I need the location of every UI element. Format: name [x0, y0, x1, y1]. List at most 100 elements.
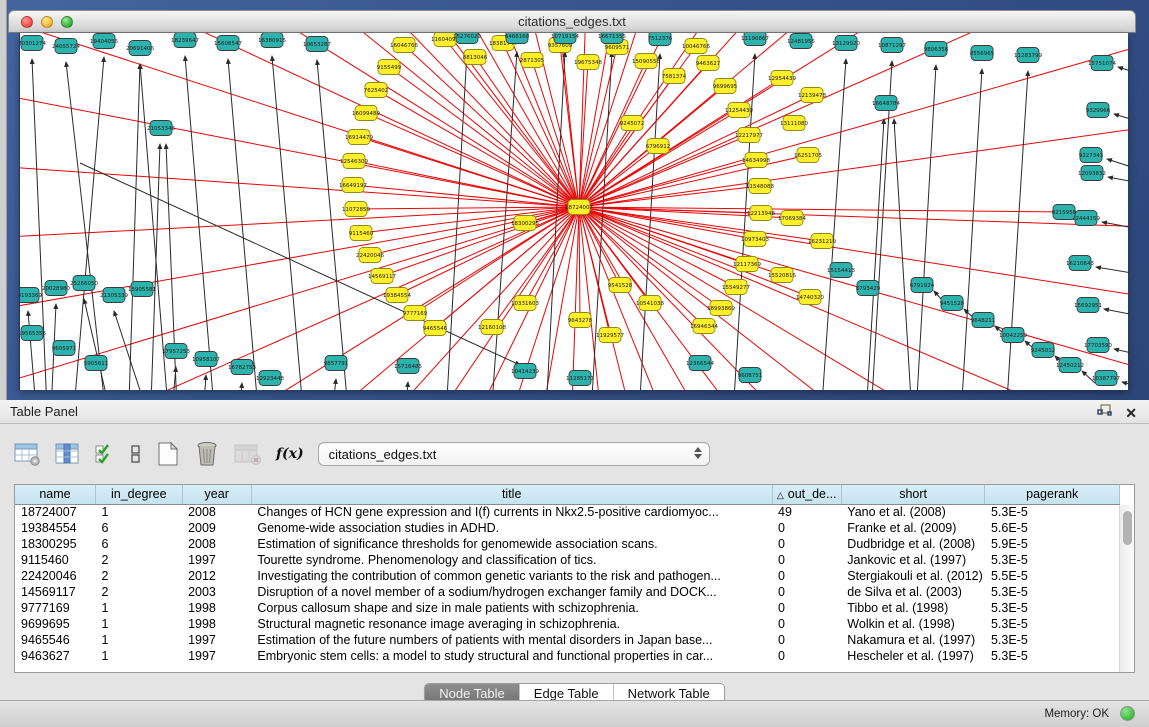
graph-node[interactable]: 21305339 [100, 288, 128, 303]
graph-node[interactable]: 11254439 [725, 103, 753, 118]
column-header-pagerank[interactable]: pagerank [985, 485, 1120, 504]
graph-node[interactable]: 9777169 [403, 306, 428, 321]
graph-node[interactable]: 12213948 [747, 206, 775, 221]
graph-node[interactable]: 18300295 [511, 216, 539, 231]
table-row[interactable]: 2242004622012Investigating the contribut… [15, 568, 1120, 584]
table-cell[interactable]: 6 [95, 520, 182, 536]
table-cell[interactable]: 5.6E-5 [985, 520, 1120, 536]
table-cell[interactable]: Investigating the contribution of common… [251, 568, 772, 584]
column-header-name[interactable]: name [15, 485, 95, 504]
graph-node[interactable]: 19565356 [20, 326, 46, 341]
graph-node[interactable]: 9541528 [608, 278, 633, 293]
show-columns-button[interactable] [55, 439, 80, 469]
network-canvas[interactable]: 1604676691554997625402160994891691447912… [19, 33, 1128, 390]
graph-node[interactable]: 7581374 [662, 69, 687, 84]
graph-node[interactable]: 7625402 [364, 83, 389, 98]
graph-node[interactable]: 9643278 [568, 313, 593, 328]
graph-node[interactable]: 10541038 [636, 296, 664, 311]
graph-edge[interactable] [579, 33, 1129, 207]
table-cell[interactable]: Structural magnetic resonance image aver… [251, 616, 772, 632]
table-cell[interactable]: Tourette syndrome. Phenomenology and cla… [251, 552, 772, 568]
graph-node[interactable]: 16671355 [598, 33, 626, 44]
graph-node[interactable]: 11190867 [741, 33, 769, 46]
graph-node[interactable]: 10387797 [1092, 371, 1120, 386]
table-cell[interactable]: Corpus callosum shape and size in male p… [251, 600, 772, 616]
table-cell[interactable]: Disruption of a novel member of a sodium… [251, 584, 772, 600]
graph-edge[interactable] [98, 33, 579, 207]
graph-node[interactable]: 15154413 [827, 263, 855, 278]
graph-node[interactable]: 11548088 [746, 179, 774, 194]
table-cell[interactable]: de Silva et al. (2003) [841, 584, 985, 600]
graph-edge[interactable] [638, 54, 660, 390]
table-cell[interactable]: Estimation of the future numbers of pati… [251, 632, 772, 648]
graph-edge[interactable] [579, 61, 646, 207]
graph-node[interactable]: 12139478 [798, 88, 826, 103]
graph-edge[interactable] [820, 59, 846, 390]
table-cell[interactable]: 1998 [182, 600, 251, 616]
graph-edge[interactable] [128, 64, 140, 390]
delete-table-button[interactable] [234, 439, 262, 469]
table-cell[interactable]: 0 [772, 536, 841, 552]
graph-node[interactable]: 19675348 [574, 55, 602, 70]
table-cell[interactable]: 0 [772, 552, 841, 568]
graph-node[interactable]: 15716485 [394, 359, 422, 374]
graph-node[interactable]: 9115460 [349, 226, 374, 241]
graph-edge[interactable] [579, 207, 580, 320]
graph-edge[interactable] [1108, 177, 1129, 185]
graph-node[interactable]: 17703590 [1084, 338, 1112, 353]
graph-edge[interactable] [1104, 309, 1129, 318]
graph-node[interactable]: 9648211 [971, 313, 996, 328]
graph-node[interactable]: 6791924 [910, 278, 935, 293]
graph-node[interactable]: 25266050 [70, 276, 98, 291]
table-cell[interactable]: 9777169 [15, 600, 95, 616]
graph-edge[interactable] [114, 311, 154, 390]
graph-node[interactable]: 8215958 [1052, 205, 1077, 220]
graph-edge[interactable] [960, 69, 982, 390]
table-cell[interactable]: 5.3E-5 [985, 584, 1120, 600]
row-options-button[interactable] [130, 439, 142, 469]
table-row[interactable]: 1872400712008Changes of HCN gene express… [15, 504, 1120, 520]
graph-node[interactable]: 16210643 [1066, 256, 1094, 271]
table-cell[interactable]: Franke et al. (2009) [841, 520, 985, 536]
graph-node[interactable]: 9699695 [713, 79, 738, 94]
graph-edge[interactable] [140, 64, 170, 390]
table-cell[interactable]: 5.3E-5 [985, 616, 1120, 632]
table-cell[interactable]: 18300295 [15, 536, 95, 552]
graph-node[interactable]: 15520816 [768, 268, 796, 283]
table-cell[interactable]: 18724007 [15, 504, 95, 520]
table-cell[interactable]: 2009 [182, 520, 251, 536]
table-cell[interactable]: 1 [95, 600, 182, 616]
table-selector-dropdown[interactable]: citations_edges.txt [318, 442, 710, 466]
table-cell[interactable]: 2008 [182, 504, 251, 520]
table-cell[interactable]: Dudbridge et al. (2008) [841, 536, 985, 552]
graph-node[interactable]: 15905581 [128, 282, 156, 297]
graph-node[interactable]: 11285177 [566, 371, 594, 386]
table-cell[interactable]: 1997 [182, 648, 251, 664]
graph-node[interactable]: 10042259 [999, 328, 1027, 343]
table-row[interactable]: 1830029562008Estimation of significance … [15, 536, 1120, 552]
graph-node[interactable]: 22420046 [356, 248, 384, 263]
column-header-title[interactable]: title [251, 485, 772, 504]
graph-node[interactable]: 20028980 [42, 281, 70, 296]
column-header-year[interactable]: year [182, 485, 251, 504]
graph-edge[interactable] [72, 57, 104, 390]
graph-node[interactable]: 9245012 [1031, 343, 1056, 358]
graph-node[interactable]: 12954439 [768, 71, 796, 86]
table-cell[interactable]: 0 [772, 648, 841, 664]
table-cell[interactable]: 0 [772, 584, 841, 600]
graph-edge[interactable] [1122, 382, 1129, 390]
graph-node[interactable]: 19404056 [90, 34, 118, 49]
graph-node[interactable]: 20301274 [20, 36, 46, 51]
function-builder-button[interactable]: f(x) [276, 439, 304, 469]
graph-edge[interactable] [150, 144, 160, 390]
graph-node[interactable]: 12366544 [686, 356, 714, 371]
select-all-button[interactable] [94, 439, 116, 469]
graph-node[interactable]: 18239647 [171, 33, 199, 48]
graph-edge[interactable] [1114, 349, 1129, 357]
table-cell[interactable]: 5.5E-5 [985, 568, 1120, 584]
graph-edge[interactable] [28, 311, 38, 390]
graph-node[interactable]: 9227343 [1079, 148, 1104, 163]
table-cell[interactable]: Nakamura et al. (1997) [841, 632, 985, 648]
graph-node[interactable]: 9155499 [377, 60, 402, 75]
close-panel-icon[interactable]: ✕ [1125, 405, 1137, 421]
